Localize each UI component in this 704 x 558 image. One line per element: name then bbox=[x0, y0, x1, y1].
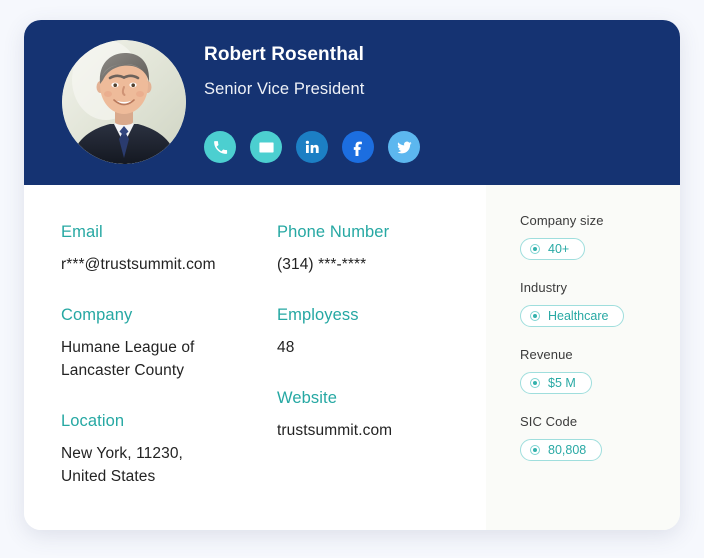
radio-dot-icon bbox=[530, 244, 540, 254]
field-label: Phone Number bbox=[277, 223, 390, 241]
details-column-left: Email r***@trustsummit.com Company Human… bbox=[61, 222, 277, 530]
field-label: Website bbox=[277, 389, 338, 407]
attribute-label: Industry bbox=[520, 280, 568, 295]
badge-value: Healthcare bbox=[548, 309, 609, 323]
attribute-label: SIC Code bbox=[520, 414, 578, 429]
details-grid: Email r***@trustsummit.com Company Human… bbox=[24, 185, 486, 530]
phone-icon[interactable] bbox=[204, 131, 236, 163]
person-name: Robert Rosenthal bbox=[204, 44, 364, 65]
field-value: r***@trustsummit.com bbox=[61, 256, 216, 273]
social-links bbox=[204, 131, 420, 163]
field-phone-number: Phone Number (314) ***-**** bbox=[277, 222, 467, 276]
card-body: Email r***@trustsummit.com Company Human… bbox=[24, 185, 680, 530]
field-label: Employess bbox=[277, 306, 359, 324]
person-title: Senior Vice President bbox=[204, 80, 365, 98]
attribute-sic-code: SIC Code 80,808 bbox=[520, 413, 680, 461]
revenue-badge[interactable]: $5 M bbox=[520, 372, 592, 394]
industry-badge[interactable]: Healthcare bbox=[520, 305, 625, 327]
twitter-icon[interactable] bbox=[388, 131, 420, 163]
attribute-company-size: Company size 40+ bbox=[520, 212, 680, 260]
badge-value: 40+ bbox=[548, 242, 570, 256]
details-column-right: Phone Number (314) ***-**** Employess 48… bbox=[277, 222, 467, 530]
contact-card: Robert Rosenthal Senior Vice President E… bbox=[24, 20, 680, 530]
field-value: New York, 11230, United States bbox=[61, 445, 183, 485]
field-label: Company bbox=[61, 306, 133, 324]
field-label: Location bbox=[61, 412, 125, 430]
radio-dot-icon bbox=[530, 378, 540, 388]
field-value: 48 bbox=[277, 339, 295, 356]
field-employees: Employess 48 bbox=[277, 305, 467, 359]
badge-value: $5 M bbox=[548, 376, 576, 390]
linkedin-icon[interactable] bbox=[296, 131, 328, 163]
attribute-revenue: Revenue $5 M bbox=[520, 346, 680, 394]
field-email: Email r***@trustsummit.com bbox=[61, 222, 277, 276]
field-label: Email bbox=[61, 223, 103, 241]
company-attributes-panel: Company size 40+ Industry Healthcare Rev… bbox=[486, 185, 680, 530]
radio-dot-icon bbox=[530, 311, 540, 321]
sic-code-badge[interactable]: 80,808 bbox=[520, 439, 603, 461]
email-icon[interactable] bbox=[250, 131, 282, 163]
field-company: Company Humane League of Lancaster Count… bbox=[61, 305, 277, 382]
field-website: Website trustsummit.com bbox=[277, 388, 467, 442]
badge-value: 80,808 bbox=[548, 443, 587, 457]
attribute-label: Revenue bbox=[520, 347, 573, 362]
radio-dot-icon bbox=[530, 445, 540, 455]
avatar bbox=[62, 40, 186, 164]
header-text: Robert Rosenthal Senior Vice President bbox=[204, 42, 420, 163]
company-size-badge[interactable]: 40+ bbox=[520, 238, 586, 260]
field-value[interactable]: trustsummit.com bbox=[277, 419, 467, 442]
page-background: Robert Rosenthal Senior Vice President E… bbox=[0, 0, 704, 558]
attribute-industry: Industry Healthcare bbox=[520, 279, 680, 327]
field-location: Location New York, 11230, United States bbox=[61, 411, 277, 488]
card-header: Robert Rosenthal Senior Vice President bbox=[24, 20, 680, 185]
field-value: Humane League of Lancaster County bbox=[61, 339, 195, 379]
attribute-label: Company size bbox=[520, 213, 604, 228]
facebook-icon[interactable] bbox=[342, 131, 374, 163]
field-value: (314) ***-**** bbox=[277, 256, 367, 273]
